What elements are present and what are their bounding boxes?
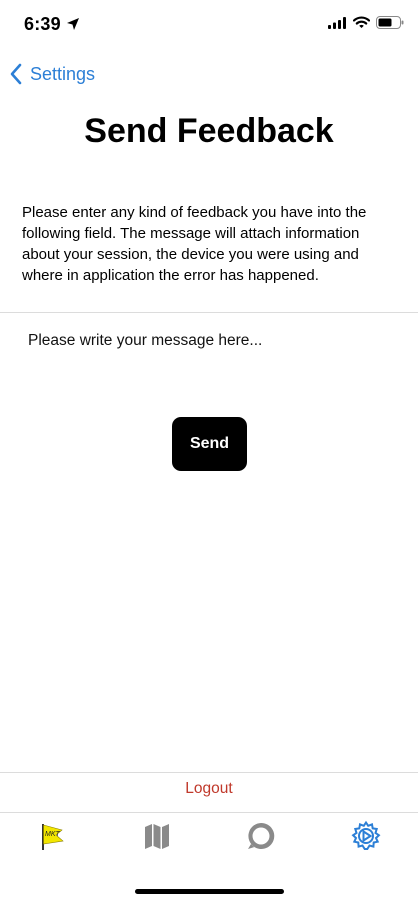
feedback-description: Please enter any kind of feedback you ha… [22, 204, 367, 284]
battery-icon [376, 16, 404, 29]
back-button-label: Settings [30, 63, 96, 84]
divider [0, 312, 418, 313]
home-indicator [135, 889, 284, 894]
tab-settings[interactable] [344, 818, 388, 854]
location-arrow-icon [67, 18, 79, 30]
status-time: 6:39 [24, 14, 61, 34]
chevron-left-icon [10, 63, 22, 85]
map-icon [145, 824, 169, 849]
page-title: Send Feedback [84, 112, 334, 150]
tab-messages[interactable] [239, 818, 283, 854]
gear-icon [351, 820, 381, 850]
tab-bar: MKT [0, 813, 418, 857]
message-input[interactable] [16, 322, 402, 360]
flag-logo-text: MKT [45, 831, 61, 838]
back-button[interactable]: Settings [8, 58, 95, 90]
tab-map[interactable] [135, 818, 179, 854]
send-button[interactable]: Send [172, 417, 247, 471]
chat-bubble-icon [248, 822, 275, 849]
status-bar: 6:39 [0, 0, 418, 50]
logout-button[interactable]: Logout [0, 780, 418, 798]
tab-flag[interactable]: MKT [30, 818, 74, 854]
wifi-icon [353, 16, 370, 28]
cellular-signal-icon [328, 16, 346, 29]
flag-icon: MKT [42, 824, 64, 850]
divider [0, 772, 418, 773]
status-icons [328, 16, 404, 29]
